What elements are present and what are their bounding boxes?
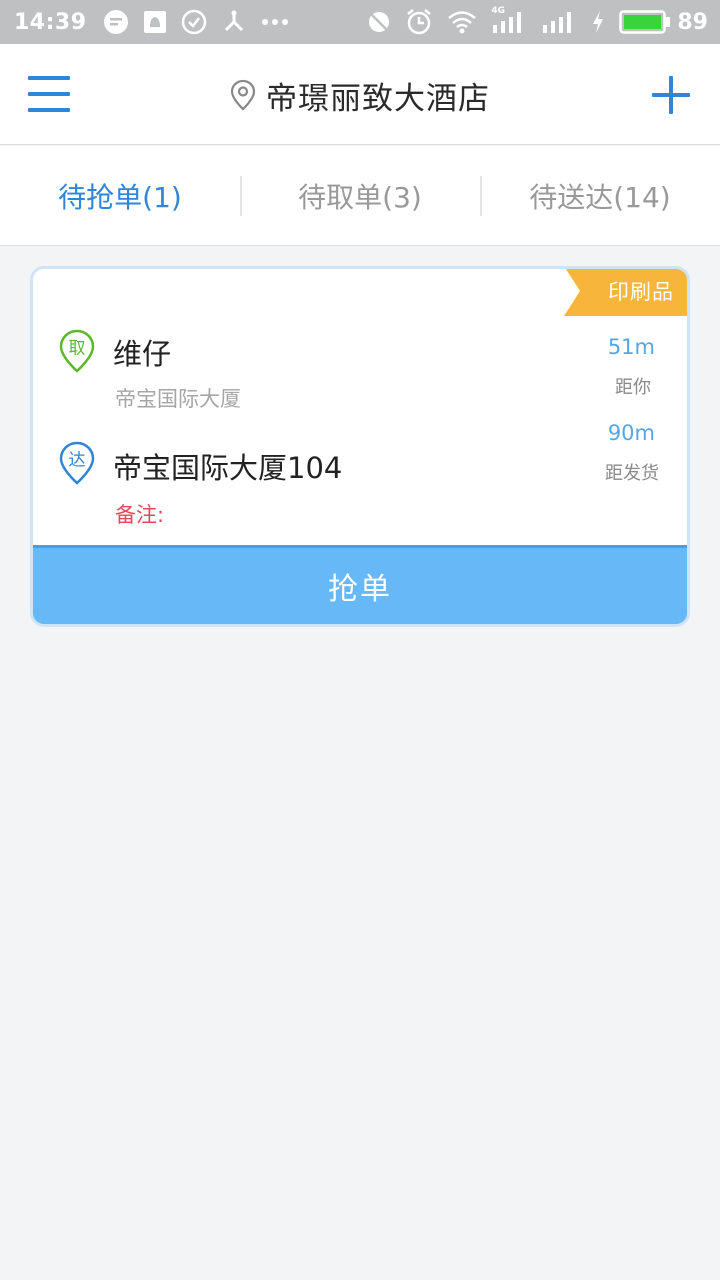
delivery-address: 帝宝国际大厦104 xyxy=(113,451,343,485)
remark-label: 备注: xyxy=(115,503,165,527)
notification-icon xyxy=(143,10,167,34)
tab-pending-pickup[interactable]: 待取单(3) xyxy=(240,146,480,245)
location-pin-icon xyxy=(230,79,256,111)
pickup-badge: 取 xyxy=(69,339,86,359)
signal-icon: 4G xyxy=(491,6,527,35)
status-time: 14:39 xyxy=(14,9,87,35)
message-icon xyxy=(103,9,129,35)
tab-pending-delivery[interactable]: 待送达(14) xyxy=(480,146,720,245)
distance-to-sender-value: 90m xyxy=(607,421,655,445)
category-tag: 印刷品 xyxy=(564,269,687,316)
tab-pending-grab[interactable]: 待抢单(1) xyxy=(0,146,240,245)
delivery-badge: 达 xyxy=(69,451,86,471)
network-type-label: 4G xyxy=(491,6,506,16)
category-label: 印刷品 xyxy=(608,280,674,304)
status-right: 4G 89 xyxy=(353,6,708,36)
header-title[interactable]: 帝璟丽致大酒店 xyxy=(0,72,720,118)
page-title: 帝璟丽致大酒店 xyxy=(266,80,490,117)
status-left: 14:39 xyxy=(14,9,303,35)
check-circle-icon xyxy=(181,9,207,35)
pickup-address: 帝宝国际大厦 xyxy=(115,387,241,411)
network-share-icon xyxy=(221,9,247,35)
order-status-tabs: 待抢单(1) 待取单(3) 待送达(14) xyxy=(0,146,720,246)
pickup-name: 维仔 xyxy=(113,337,172,371)
pickup-pin-icon: 取 xyxy=(59,329,95,373)
distance-to-me-value: 51m xyxy=(607,335,655,359)
battery-level: 89 xyxy=(677,9,708,35)
signal-icon xyxy=(541,9,577,35)
more-dots-icon xyxy=(261,18,289,26)
app-header: 帝璟丽致大酒店 xyxy=(0,44,720,145)
battery-icon xyxy=(619,9,671,35)
grab-order-button[interactable]: 抢单 xyxy=(33,545,687,624)
distance-to-me-caption: 距你 xyxy=(615,377,651,398)
distance-to-sender-caption: 距发货 xyxy=(605,463,659,484)
alarm-icon xyxy=(405,8,433,36)
add-button[interactable] xyxy=(652,76,690,114)
status-bar: 14:39 4G 89 xyxy=(0,0,720,44)
order-card[interactable]: 印刷品 取 维仔 帝宝国际大厦 达 帝宝国际大厦104 备注: 51m 距你 9… xyxy=(30,266,690,627)
charging-icon xyxy=(591,10,605,34)
delivery-pin-icon: 达 xyxy=(59,441,95,485)
wifi-icon xyxy=(447,10,477,34)
mute-icon xyxy=(367,10,391,34)
